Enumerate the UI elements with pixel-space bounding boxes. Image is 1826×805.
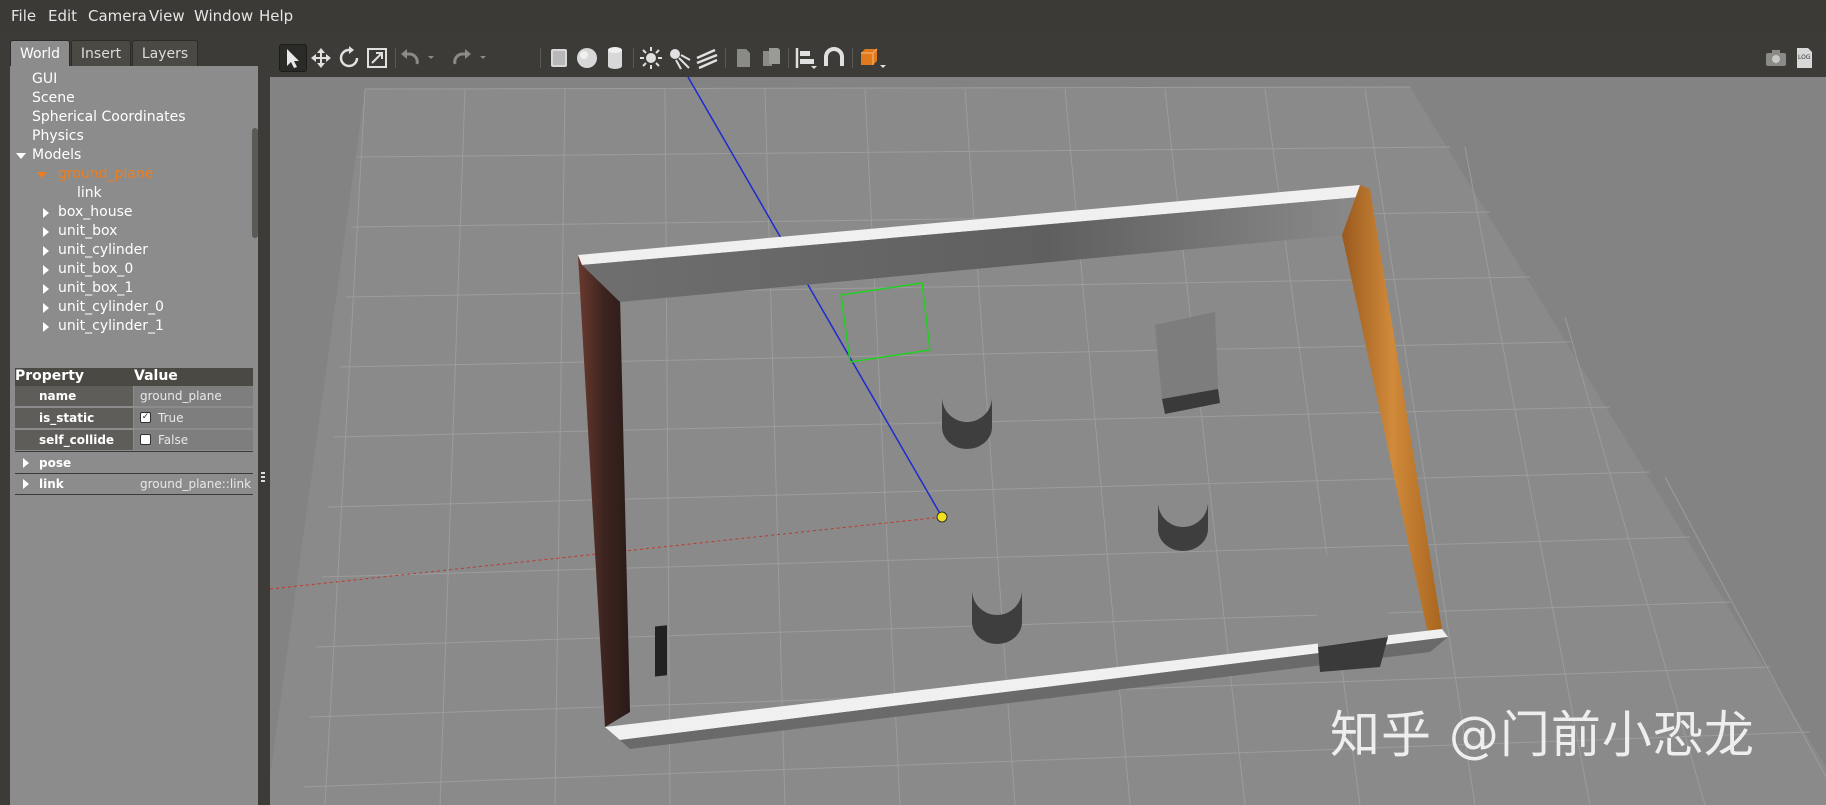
select-mode-icon[interactable]: [279, 44, 307, 72]
align-icon[interactable]: [792, 44, 820, 72]
snap-icon[interactable]: [820, 44, 848, 72]
log-icon[interactable]: LOG: [1790, 44, 1818, 72]
property-header: Property Value: [15, 368, 253, 386]
toolbar-separator: [788, 48, 789, 68]
menu-edit[interactable]: Edit: [48, 7, 77, 25]
tree-item-link[interactable]: link: [77, 184, 102, 202]
menu-file[interactable]: File: [11, 7, 36, 25]
collapse-arrow-icon[interactable]: [43, 208, 49, 218]
panel-splitter-handle[interactable]: [261, 472, 265, 482]
self-collide-checkbox[interactable]: [140, 434, 151, 445]
toolbar-separator: [540, 48, 541, 68]
is-static-checkbox[interactable]: ✓: [140, 412, 151, 423]
rotate-mode-icon[interactable]: [335, 44, 363, 72]
property-row-link[interactable]: link ground_plane::link: [15, 474, 253, 494]
spot-light-icon[interactable]: [665, 44, 693, 72]
toolbar-separator: [725, 48, 726, 68]
toolbar-separator: [852, 48, 853, 68]
scale-mode-icon[interactable]: [363, 44, 391, 72]
cylinder-shape-icon[interactable]: [601, 44, 629, 72]
tree-scrollbar[interactable]: [252, 128, 258, 238]
translate-mode-icon[interactable]: [307, 44, 335, 72]
tree-item-unit-cylinder-0[interactable]: unit_cylinder_0: [58, 298, 164, 316]
collapse-arrow-icon[interactable]: [43, 246, 49, 256]
collapse-arrow-icon[interactable]: [43, 322, 49, 332]
tree-item-scene[interactable]: Scene: [32, 89, 75, 107]
collapse-arrow-icon[interactable]: [43, 284, 49, 294]
watermark: 知乎 @门前小恐龙: [1330, 706, 1755, 764]
tree-item-unit-cylinder-1[interactable]: unit_cylinder_1: [58, 317, 164, 335]
menu-view[interactable]: View: [149, 7, 185, 25]
origin-marker: [936, 511, 948, 523]
paste-icon[interactable]: [757, 44, 785, 72]
redo-icon[interactable]: [449, 44, 486, 72]
box-shape-icon[interactable]: [545, 44, 573, 72]
menu-window[interactable]: Window: [194, 7, 253, 25]
property-row-is-static[interactable]: is_static ✓ True: [15, 408, 253, 428]
collapse-arrow-icon[interactable]: [43, 227, 49, 237]
toolbar-separator: [633, 48, 634, 68]
screenshot-icon[interactable]: [1762, 44, 1790, 72]
collapse-arrow-icon[interactable]: [43, 303, 49, 313]
tab-insert[interactable]: Insert: [71, 40, 131, 66]
tree-item-ground-plane[interactable]: ground_plane: [58, 165, 153, 183]
tab-layers[interactable]: Layers: [132, 40, 198, 66]
property-row-pose[interactable]: pose: [15, 453, 253, 473]
left-panel: World Insert Layers GUI Scene Spherical …: [0, 32, 268, 805]
property-row-name[interactable]: name ground_plane: [15, 386, 253, 406]
world-tree[interactable]: GUI Scene Spherical Coordinates Physics …: [10, 66, 258, 362]
tree-item-physics[interactable]: Physics: [32, 127, 84, 145]
point-light-icon[interactable]: [637, 44, 665, 72]
log-icon-label: LOG: [1798, 54, 1811, 61]
copy-icon[interactable]: [729, 44, 757, 72]
tree-item-unit-box-1[interactable]: unit_box_1: [58, 279, 133, 297]
property-panel: Property Value name ground_plane is_stat…: [10, 362, 258, 805]
expand-arrow-icon[interactable]: [16, 153, 26, 159]
tree-item-gui[interactable]: GUI: [32, 70, 57, 88]
undo-icon[interactable]: [397, 44, 434, 72]
menu-help[interactable]: Help: [259, 7, 293, 25]
sphere-shape-icon[interactable]: [573, 44, 601, 72]
tree-item-spherical-coordinates[interactable]: Spherical Coordinates: [32, 108, 186, 126]
row-divider: [15, 451, 253, 452]
tab-world[interactable]: World: [10, 40, 70, 66]
tree-item-unit-box-0[interactable]: unit_box_0: [58, 260, 133, 278]
collapse-arrow-icon[interactable]: [43, 265, 49, 275]
property-row-self-collide[interactable]: self_collide False: [15, 430, 253, 450]
tree-item-box-house[interactable]: box_house: [58, 203, 133, 221]
view-angle-icon[interactable]: [856, 44, 886, 72]
toolbar: LOG: [268, 40, 1826, 76]
tree-item-unit-box[interactable]: unit_box: [58, 222, 117, 240]
tree-item-models[interactable]: Models: [32, 146, 81, 164]
menu-bar: File Edit Camera View Window Help: [0, 0, 1826, 32]
menu-camera[interactable]: Camera: [88, 7, 147, 25]
toolbar-separator: [395, 48, 396, 68]
tree-item-unit-cylinder[interactable]: unit_cylinder: [58, 241, 148, 259]
row-divider: [15, 494, 253, 495]
directional-light-icon[interactable]: [693, 44, 721, 72]
expand-arrow-icon[interactable]: [37, 172, 47, 178]
